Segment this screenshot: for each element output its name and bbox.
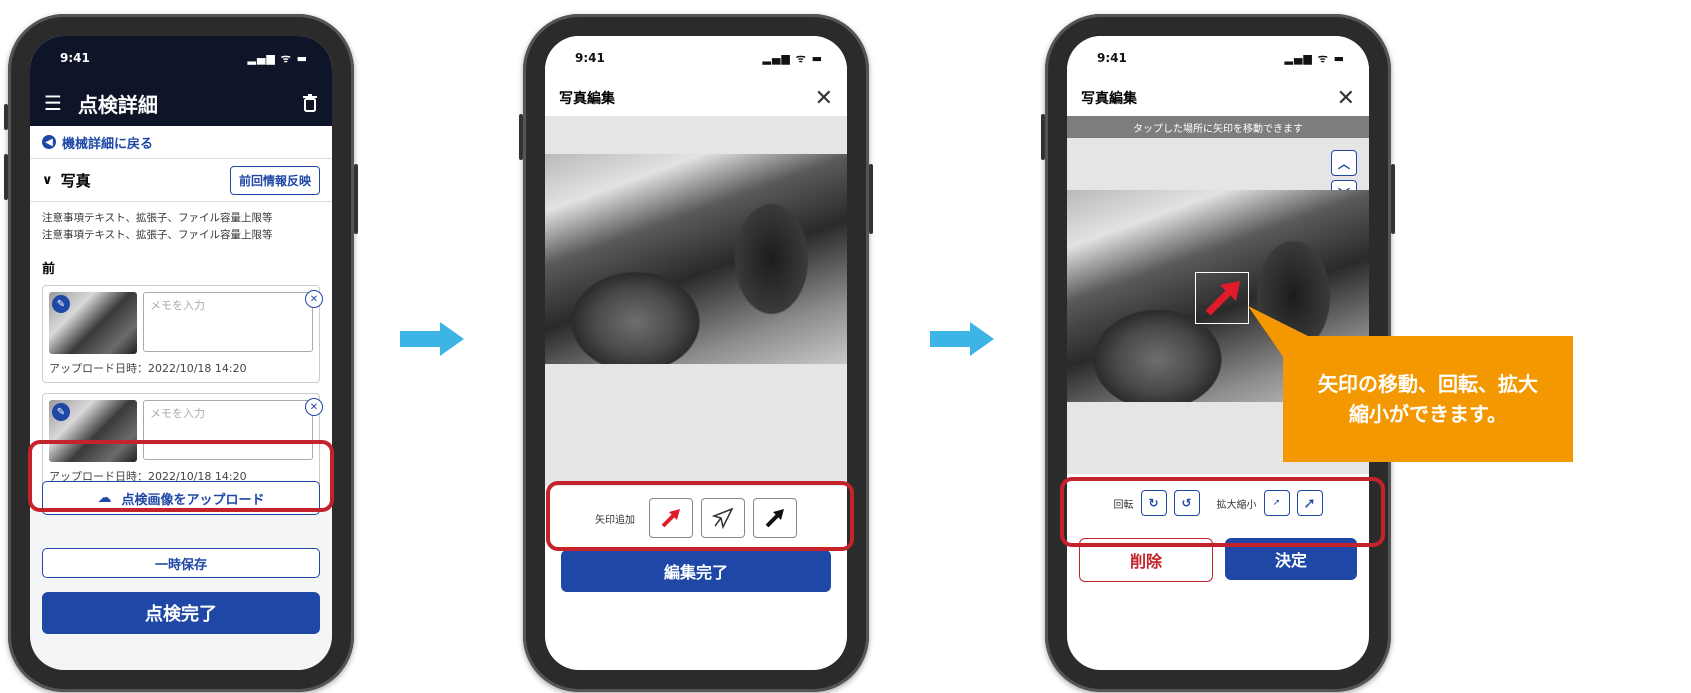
menu-icon[interactable]: ☰ <box>44 91 62 115</box>
phone-1-screen: 9:41 ▂▄▆ ᯤ ▬ ☰ 点検詳細 ◀ 機械詳細に戻る ∨ 写真 前回情報反… <box>30 36 332 670</box>
signal-battery-icon: ▂▄▆ ᯤ ▬ <box>762 51 823 65</box>
status-bar: 9:41 ▂▄▆ ᯤ ▬ <box>545 36 847 80</box>
callout-line-1: 矢印の移動、回転、拡大 <box>1318 372 1538 396</box>
signal-battery-icon: ▂▄▆ ᯤ ▬ <box>1284 51 1345 65</box>
photo-card: ✎ メモを入力 ✕ アップロード日時：2022/10/18 14:20 <box>42 285 323 383</box>
red-arrow-icon <box>1205 281 1240 316</box>
flow-arrow-icon <box>400 322 464 356</box>
chevron-down-icon: ∨ <box>42 172 53 188</box>
page-title: 写真編集 <box>559 91 615 107</box>
callout-line-2: 縮小ができます。 <box>1349 402 1507 426</box>
note-text-1: 注意事項テキスト、拡張子、ファイル容量上限等 <box>42 212 273 224</box>
upload-time: アップロード日時：2022/10/18 14:20 <box>49 362 247 375</box>
close-icon[interactable]: ✕ <box>1337 86 1355 111</box>
front-label: 前 <box>42 262 56 277</box>
back-arrow-icon: ◀ <box>42 135 56 149</box>
arrow-selection-box[interactable] <box>1195 272 1249 324</box>
page-title: 点検詳細 <box>77 92 158 117</box>
trash-icon[interactable] <box>302 94 318 112</box>
pencil-icon[interactable]: ✎ <box>52 295 70 313</box>
back-link[interactable]: ◀ 機械詳細に戻る <box>30 126 332 159</box>
pencil-icon[interactable]: ✎ <box>52 403 70 421</box>
chevron-up-icon[interactable]: ︿ <box>1331 150 1357 176</box>
flow-arrow-icon <box>930 322 994 356</box>
photo-canvas[interactable] <box>545 116 847 486</box>
truck-photo <box>545 154 847 364</box>
app-header: ☰ 点検詳細 <box>30 80 332 126</box>
edit-complete-button[interactable]: 編集完了 <box>561 550 831 592</box>
photo-thumbnail[interactable]: ✎ <box>49 292 137 354</box>
clock: 9:41 <box>575 51 605 65</box>
phone-2: 9:41 ▂▄▆ ᯤ ▬ 写真編集 ✕ 矢印追加 編集完了 <box>519 14 873 692</box>
hint-text: タップした場所に矢印を移動できます <box>1133 123 1303 135</box>
highlight-frame-arrow-tools <box>546 481 854 551</box>
edit-header: 写真編集 ✕ <box>1067 80 1369 116</box>
phone-1: 9:41 ▂▄▆ ᯤ ▬ ☰ 点検詳細 ◀ 機械詳細に戻る ∨ 写真 前回情報反… <box>4 14 358 692</box>
signal-battery-icon: ▂▄▆ ᯤ ▬ <box>247 51 308 65</box>
status-bar: 9:41 ▂▄▆ ᯤ ▬ <box>1067 36 1369 80</box>
highlight-frame-upload <box>28 440 334 512</box>
edit-header: 写真編集 ✕ <box>545 80 847 116</box>
page-title: 写真編集 <box>1081 91 1137 107</box>
section-label: 写真 <box>60 171 91 190</box>
remove-photo-icon[interactable]: ✕ <box>305 398 323 416</box>
status-bar: 9:41 ▂▄▆ ᯤ ▬ <box>30 36 332 80</box>
highlight-frame-transform-tools <box>1060 477 1385 547</box>
phone-2-screen: 9:41 ▂▄▆ ᯤ ▬ 写真編集 ✕ 矢印追加 編集完了 <box>545 36 847 670</box>
back-link-label: 機械詳細に戻る <box>62 136 154 152</box>
callout-box: 矢印の移動、回転、拡大 縮小ができます。 <box>1283 336 1573 462</box>
inspection-complete-button[interactable]: 点検完了 <box>42 592 320 634</box>
hint-bar: タップした場所に矢印を移動できます <box>1067 116 1369 138</box>
temp-save-button[interactable]: 一時保存 <box>42 548 320 578</box>
close-icon[interactable]: ✕ <box>815 86 833 111</box>
remove-photo-icon[interactable]: ✕ <box>305 290 323 308</box>
clock: 9:41 <box>60 51 90 65</box>
photo-section-header[interactable]: ∨ 写真 前回情報反映 <box>30 159 332 202</box>
reflect-previous-button[interactable]: 前回情報反映 <box>229 165 320 195</box>
memo-field[interactable]: メモを入力 <box>143 292 313 352</box>
note-text-2: 注意事項テキスト、拡張子、ファイル容量上限等 <box>42 229 273 241</box>
clock: 9:41 <box>1097 51 1127 65</box>
